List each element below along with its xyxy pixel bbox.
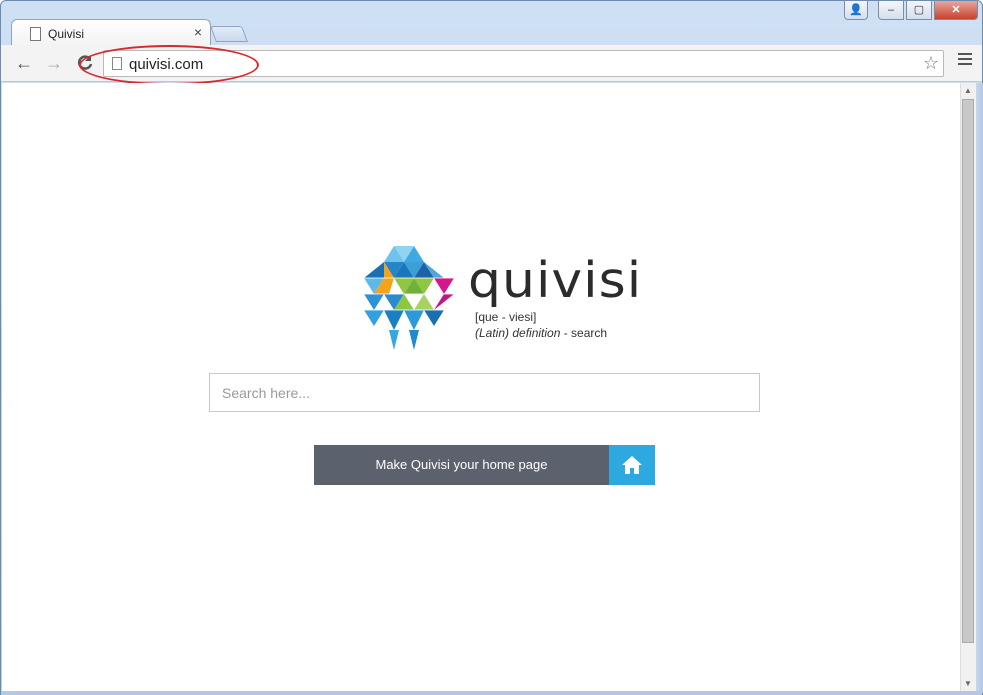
forward-arrow-icon[interactable]: →: [43, 52, 65, 74]
definition-rest: - search: [560, 326, 608, 340]
page-viewport: quivisi [que - viesi] (Latin) definition…: [2, 83, 960, 691]
title-bar: Quivisi × 👤 – ▢ ✕: [1, 1, 982, 47]
tab-title: Quivisi: [48, 27, 85, 41]
brand-name: quivisi: [468, 252, 643, 310]
browser-window: Quivisi × 👤 – ▢ ✕ ← → quivisi.com ☆ quiv…: [0, 0, 983, 695]
pronunciation: [que - viesi]: [475, 310, 537, 324]
new-tab-button[interactable]: [210, 26, 248, 42]
page-icon: [112, 57, 122, 70]
page-icon: [30, 27, 41, 41]
star-icon[interactable]: ☆: [923, 53, 939, 74]
minimize-button[interactable]: –: [878, 1, 904, 20]
home-button-label[interactable]: Make Quivisi your home page: [314, 445, 609, 485]
user-icon[interactable]: 👤: [844, 1, 868, 20]
back-arrow-icon[interactable]: ←: [13, 52, 35, 74]
reload-icon[interactable]: [74, 52, 96, 74]
scroll-up-icon[interactable]: ▲: [964, 86, 972, 95]
home-icon[interactable]: [609, 445, 655, 485]
close-button[interactable]: ✕: [934, 1, 978, 20]
url-text[interactable]: quivisi.com: [129, 56, 203, 73]
scrollbar-thumb[interactable]: [962, 99, 974, 643]
hamburger-menu-icon[interactable]: [958, 53, 972, 67]
address-bar[interactable]: quivisi.com ☆: [103, 50, 944, 77]
window-frame-bottom: [1, 691, 982, 695]
make-home-page-button[interactable]: Make Quivisi your home page: [314, 445, 655, 485]
window-frame-right: [976, 83, 983, 693]
maximize-button[interactable]: ▢: [906, 1, 932, 20]
quivisi-logo: [364, 246, 454, 350]
tab-close-icon[interactable]: ×: [194, 25, 202, 39]
window-controls: 👤 – ▢ ✕: [844, 1, 978, 21]
scroll-down-icon[interactable]: ▼: [964, 679, 972, 688]
vertical-scrollbar[interactable]: ▲ ▼: [960, 83, 976, 691]
tab-quivisi[interactable]: Quivisi ×: [11, 19, 211, 47]
definition-line: (Latin) definition - search: [475, 326, 607, 340]
search-input[interactable]: [209, 373, 760, 412]
browser-toolbar: ← → quivisi.com ☆: [1, 45, 982, 82]
definition-italic: (Latin) definition: [475, 326, 561, 340]
